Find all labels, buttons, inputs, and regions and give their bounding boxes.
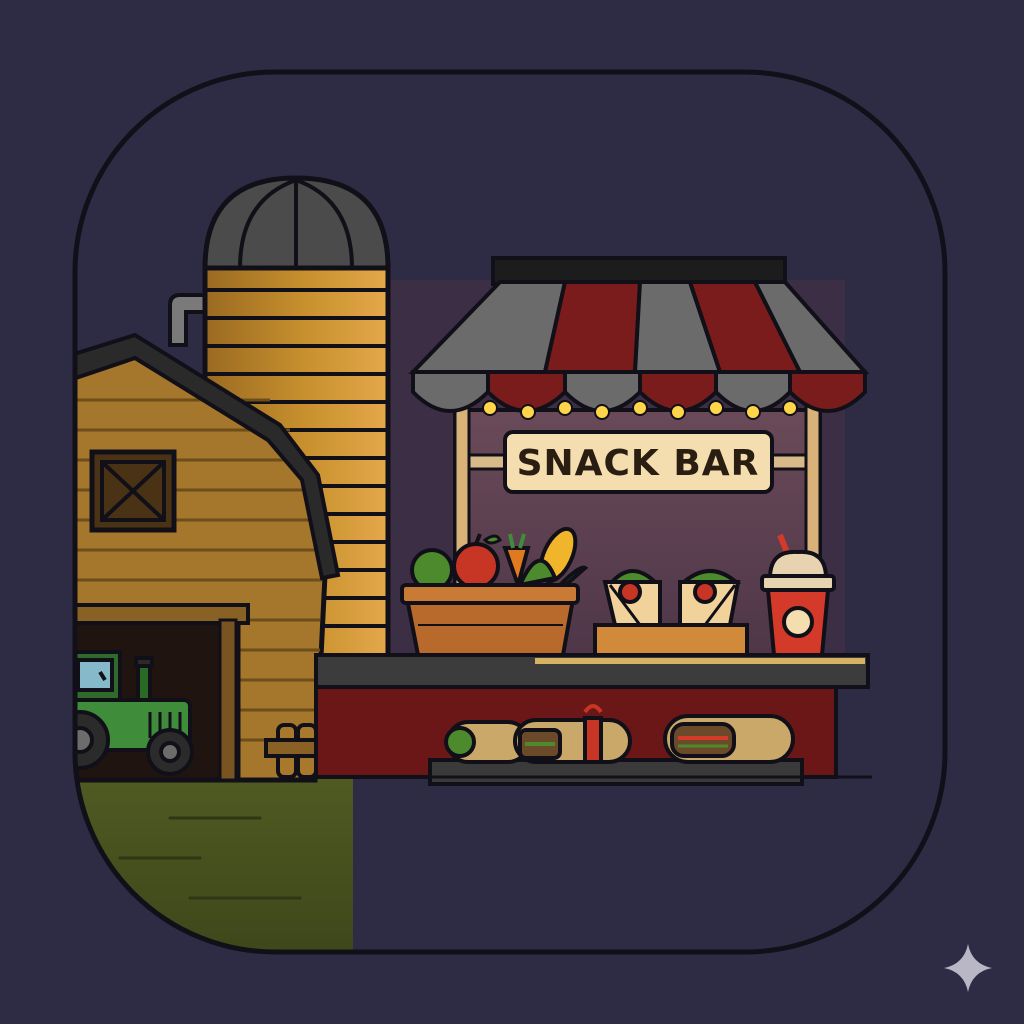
awning: [408, 280, 870, 413]
snack-bar-sign: SNACK BAR: [503, 430, 774, 494]
sign-label: SNACK BAR: [517, 443, 760, 484]
farm-snack-bar-illustration: SNACK BAR: [72, 69, 992, 992]
barn-window: [89, 449, 177, 533]
sparkle-icon: [944, 944, 992, 992]
grass-field: [75, 775, 353, 952]
red-apple: [452, 542, 500, 590]
app-frame: SNACK BAR: [75, 175, 872, 952]
